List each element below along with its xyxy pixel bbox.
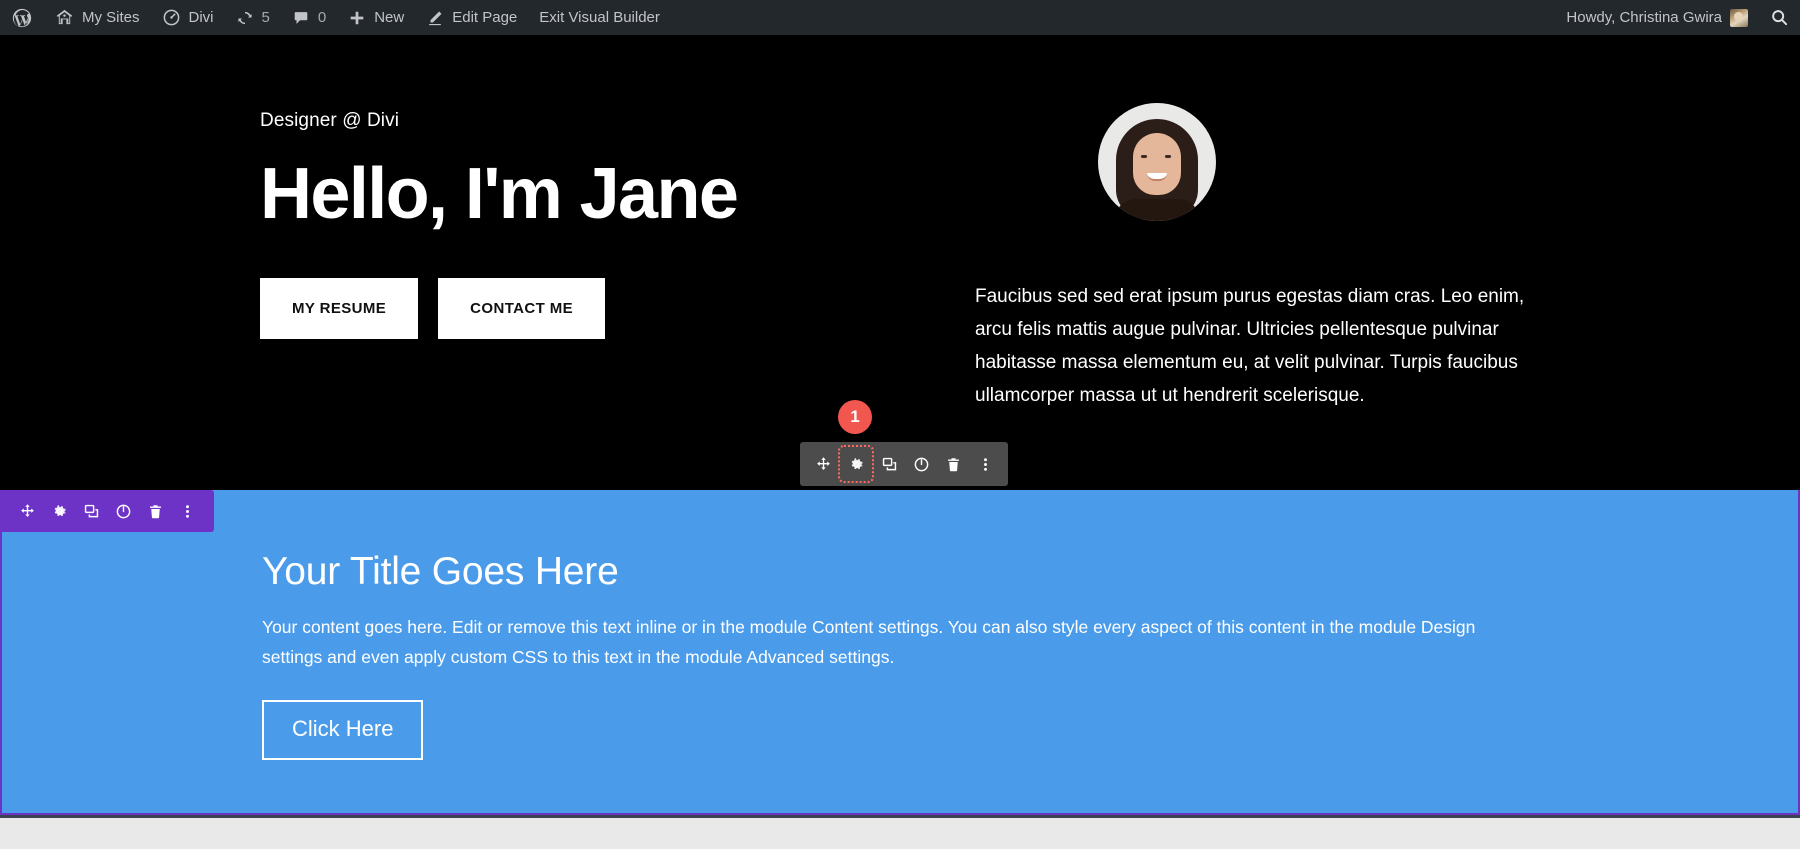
- admin-bar-left-group: My Sites Divi 5 0 New Edit Page Exit Vis…: [0, 0, 671, 35]
- contact-me-button[interactable]: CONTACT ME: [438, 277, 606, 339]
- more-vertical-icon[interactable]: [174, 497, 200, 525]
- pencil-icon: [426, 9, 444, 27]
- photo-face-shape: [1133, 133, 1181, 195]
- hero-right-column: Faucibus sed sed erat ipsum purus egesta…: [900, 35, 1545, 490]
- search-button[interactable]: [1759, 0, 1800, 35]
- updates-icon: [236, 9, 254, 27]
- duplicate-icon[interactable]: [876, 450, 902, 478]
- photo-eye-left: [1141, 155, 1147, 158]
- visual-builder-canvas: Designer @ Divi Hello, I'm Jane MY RESUM…: [0, 35, 1800, 815]
- duplicate-icon[interactable]: [78, 497, 104, 525]
- wordpress-logo-button[interactable]: [0, 0, 44, 35]
- gear-icon[interactable]: [46, 497, 72, 525]
- wordpress-logo-icon: [11, 7, 33, 29]
- edit-page-label: Edit Page: [452, 9, 518, 26]
- updates-count: 5: [261, 9, 270, 26]
- section-toolbar[interactable]: [2, 490, 214, 532]
- move-handle-icon[interactable]: [810, 450, 836, 478]
- divi-dashboard-icon: [162, 8, 181, 27]
- module-toolbar[interactable]: [800, 442, 1008, 486]
- power-icon[interactable]: [908, 450, 934, 478]
- edit-page-button[interactable]: Edit Page: [415, 0, 528, 35]
- search-icon: [1770, 8, 1789, 27]
- comments-count: 0: [317, 9, 327, 26]
- new-content-menu[interactable]: New: [337, 0, 415, 35]
- updates-button[interactable]: 5: [225, 0, 281, 35]
- trash-icon[interactable]: [940, 450, 966, 478]
- step-badge: 1: [838, 400, 872, 434]
- page-title: Hello, I'm Jane: [260, 154, 739, 234]
- comments-button[interactable]: 0: [281, 0, 337, 35]
- hero-button-group: MY RESUME CONTACT ME: [260, 277, 900, 339]
- trash-icon[interactable]: [142, 497, 168, 525]
- my-resume-button[interactable]: MY RESUME: [260, 277, 419, 339]
- exit-visual-builder-label: Exit Visual Builder: [539, 9, 660, 26]
- hero-left-column: Designer @ Divi Hello, I'm Jane MY RESUM…: [260, 35, 900, 490]
- account-menu[interactable]: Howdy, Christina Gwira: [1555, 0, 1759, 35]
- divi-label: Divi: [188, 9, 214, 26]
- move-handle-icon[interactable]: [14, 497, 40, 525]
- avatar: [1730, 8, 1748, 27]
- plus-icon: [348, 9, 366, 27]
- blue-section-title[interactable]: Your Title Goes Here: [262, 550, 1543, 594]
- photo-eye-right: [1165, 155, 1171, 158]
- wp-admin-bar: My Sites Divi 5 0 New Edit Page Exit Vis…: [0, 0, 1800, 35]
- greeting-label: Howdy, Christina Gwira: [1566, 9, 1722, 26]
- photo-body-shape: [1114, 199, 1200, 221]
- gear-icon[interactable]: [838, 445, 874, 483]
- my-sites-label: My Sites: [82, 9, 140, 26]
- my-sites-menu[interactable]: My Sites: [44, 0, 151, 35]
- my-sites-icon: [55, 8, 74, 27]
- admin-bar-right-group: Howdy, Christina Gwira: [1555, 0, 1800, 35]
- hero-paragraph: Faucibus sed sed erat ipsum purus egesta…: [975, 286, 1525, 406]
- power-icon[interactable]: [110, 497, 136, 525]
- hero-section[interactable]: Designer @ Divi Hello, I'm Jane MY RESUM…: [0, 35, 1800, 490]
- blue-section-paragraph[interactable]: Your content goes here. Edit or remove t…: [262, 612, 1492, 672]
- browser-footer-strip: [0, 815, 1800, 849]
- new-label: New: [374, 9, 405, 26]
- exit-visual-builder-button[interactable]: Exit Visual Builder: [528, 0, 671, 35]
- blue-section[interactable]: 1 Your Title Goes Here Your content goes…: [0, 400, 1800, 815]
- more-vertical-icon[interactable]: [972, 450, 998, 478]
- comments-icon: [292, 9, 310, 27]
- divi-menu[interactable]: Divi: [151, 0, 225, 35]
- hero-eyebrow-text: Designer @ Divi: [260, 110, 400, 131]
- portrait-photo: [1098, 103, 1216, 221]
- click-here-button[interactable]: Click Here: [262, 700, 424, 761]
